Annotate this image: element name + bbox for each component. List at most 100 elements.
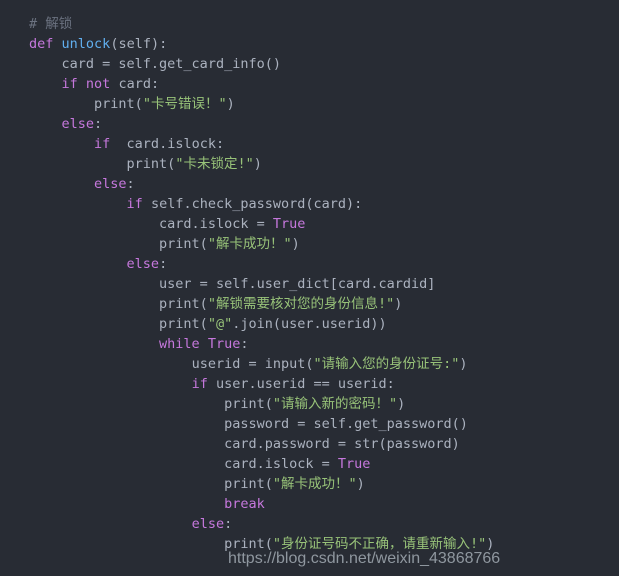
- code-editor[interactable]: # 解锁 def unlock(self): card = self.get_ca…: [0, 0, 619, 576]
- watermark-text: https://blog.csdn.net/weixin_43868766: [228, 550, 501, 567]
- code-token-keyword: break: [224, 496, 265, 512]
- code-token-plain: print(: [224, 476, 273, 492]
- code-token-comment: # 解锁: [29, 16, 73, 32]
- code-token-plain: :: [240, 336, 249, 352]
- code-token-string: "@": [207, 316, 233, 332]
- code-token-string: "解卡成功！": [207, 236, 292, 252]
- code-token-keyword: if: [94, 136, 111, 152]
- code-token-plain: ): [253, 156, 262, 172]
- code-token-plain: card.islock =: [159, 216, 273, 232]
- code-line[interactable]: card.islock = True: [0, 454, 619, 474]
- code-token-keyword: if: [126, 196, 143, 212]
- code-line[interactable]: if card.islock:: [0, 134, 619, 154]
- code-token-plain: card = self.get_card_info(): [61, 56, 281, 72]
- code-token-plain: user = self.user_dict[card.cardid]: [159, 276, 436, 292]
- code-line[interactable]: print("卡未锁定!"): [0, 154, 619, 174]
- code-line[interactable]: print("解卡成功！"): [0, 474, 619, 494]
- code-token-string: "请输入您的身份证号:": [313, 356, 460, 372]
- code-token-plain: ): [397, 396, 406, 412]
- code-token-builtin: True: [207, 336, 241, 352]
- code-token-plain: password = self.get_password(): [224, 416, 468, 432]
- code-line[interactable]: print("@".join(user.userid)): [0, 314, 619, 334]
- code-line[interactable]: card.password = str(password): [0, 434, 619, 454]
- code-line[interactable]: card = self.get_card_info(): [0, 54, 619, 74]
- code-token-keyword: if: [191, 376, 208, 392]
- code-token-keyword: else: [94, 176, 127, 192]
- code-token-plain: print(: [159, 296, 208, 312]
- code-token-plain: :: [126, 176, 135, 192]
- code-line[interactable]: def unlock(self):: [0, 34, 619, 54]
- code-token-plain: (self):: [110, 36, 168, 52]
- code-token-keyword: if: [61, 76, 78, 92]
- code-line[interactable]: password = self.get_password(): [0, 414, 619, 434]
- code-line[interactable]: else:: [0, 514, 619, 534]
- code-token-plain: :: [224, 516, 233, 532]
- code-token-func: unlock: [61, 36, 111, 52]
- code-line[interactable]: print("解卡成功！"): [0, 234, 619, 254]
- code-line[interactable]: user = self.user_dict[card.cardid]: [0, 274, 619, 294]
- code-token-keyword: def: [29, 36, 54, 52]
- code-line[interactable]: if self.check_password(card):: [0, 194, 619, 214]
- code-token-plain: ): [291, 236, 300, 252]
- code-line[interactable]: print("解锁需要核对您的身份信息!"): [0, 294, 619, 314]
- code-token-plain: print(: [159, 236, 208, 252]
- code-token-plain: user.userid == userid:: [207, 376, 395, 392]
- code-line[interactable]: print("卡号错误！"): [0, 94, 619, 114]
- code-token-builtin: True: [272, 216, 306, 232]
- code-token-plain: print(: [224, 396, 273, 412]
- code-token-plain: :: [94, 116, 103, 132]
- code-line[interactable]: else:: [0, 174, 619, 194]
- code-line[interactable]: if not card:: [0, 74, 619, 94]
- code-line[interactable]: else:: [0, 254, 619, 274]
- code-line[interactable]: print("请输入新的密码！"): [0, 394, 619, 414]
- code-token-string: "解卡成功！": [272, 476, 357, 492]
- code-token-plain: print(: [159, 316, 208, 332]
- code-line[interactable]: userid = input("请输入您的身份证号:"): [0, 354, 619, 374]
- code-line[interactable]: if user.userid == userid:: [0, 374, 619, 394]
- code-token-plain: card.islock =: [224, 456, 338, 472]
- code-line[interactable]: break: [0, 494, 619, 514]
- code-token-plain: card.islock:: [110, 136, 225, 152]
- code-token-plain: .join(user.userid)): [232, 316, 387, 332]
- code-token-plain: self.check_password(card):: [142, 196, 363, 212]
- code-token-plain: :: [159, 256, 168, 272]
- code-token-keyword: not: [85, 76, 111, 92]
- code-line[interactable]: else:: [0, 114, 619, 134]
- code-line[interactable]: card.islock = True: [0, 214, 619, 234]
- code-token-plain: userid = input(: [191, 356, 314, 372]
- code-token-keyword: else: [126, 256, 160, 272]
- code-token-plain: ): [226, 96, 235, 112]
- code-line[interactable]: while True:: [0, 334, 619, 354]
- code-token-plain: ): [356, 476, 365, 492]
- code-token-string: "卡未锁定!": [175, 156, 254, 172]
- code-token-keyword: while: [159, 336, 200, 352]
- code-line[interactable]: # 解锁: [0, 14, 619, 34]
- code-token-plain: print(: [126, 156, 176, 172]
- code-token-plain: ): [459, 356, 468, 372]
